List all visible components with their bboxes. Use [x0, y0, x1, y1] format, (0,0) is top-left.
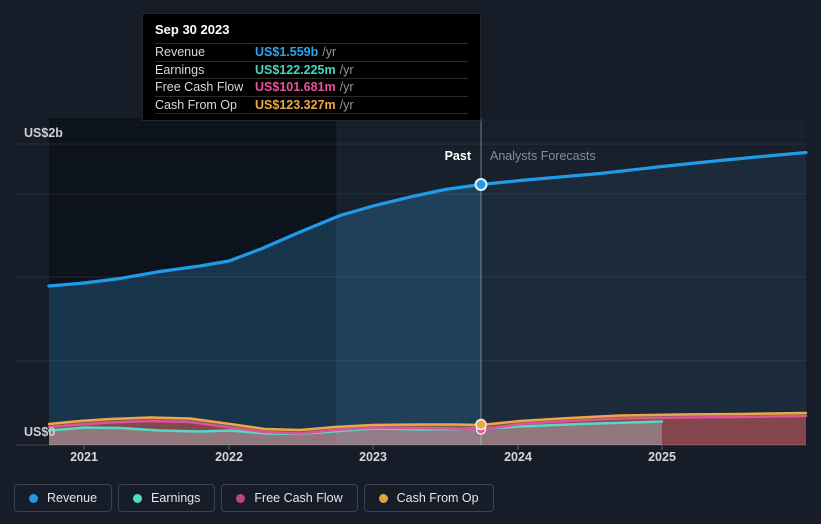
tooltip-label: Earnings: [155, 62, 205, 77]
legend-item-free-cash-flow[interactable]: Free Cash Flow: [221, 484, 358, 512]
revenue-marker[interactable]: [474, 178, 488, 191]
tooltip-label: Free Cash Flow: [155, 80, 244, 95]
tooltip-row-revenue: Revenue US$1.559b /yr: [155, 43, 468, 61]
tooltip-value: US$122.225m: [255, 62, 336, 77]
earnings-dot-icon: [133, 493, 143, 503]
tooltip-row-cash-from-op: Cash From Op US$123.327m /yr: [155, 95, 468, 114]
x-label-2025: 2025: [648, 450, 676, 464]
tooltip-unit: /yr: [322, 45, 337, 60]
past-label: Past: [445, 149, 472, 163]
tooltip-row-earnings: Earnings US$122.225m /yr: [155, 60, 468, 79]
legend-label: Cash From Op: [396, 491, 479, 505]
y-axis-top-label: US$2b: [24, 126, 63, 140]
x-label-2021: 2021: [70, 450, 98, 464]
forecast-label: Analysts Forecasts: [490, 149, 596, 163]
revenue-dot-icon: [29, 493, 38, 503]
chart-legend: Revenue Earnings Free Cash Flow Cash Fro…: [14, 484, 494, 512]
x-label-2022: 2022: [215, 450, 243, 464]
x-label-2024: 2024: [504, 450, 532, 464]
tooltip-unit: /yr: [339, 97, 354, 112]
legend-label: Revenue: [47, 491, 98, 505]
free-cash-flow-dot-icon: [236, 493, 246, 503]
tooltip-label: Cash From Op: [155, 97, 237, 112]
tooltip-value: US$123.327m: [255, 97, 336, 112]
legend-label: Free Cash Flow: [254, 491, 343, 505]
tooltip-date: Sep 30 2023: [155, 22, 230, 37]
tooltip-row-free-cash-flow: Free Cash Flow US$101.681m /yr: [155, 78, 468, 96]
x-label-2023: 2023: [359, 450, 387, 464]
tooltip-value: US$101.681m: [255, 80, 336, 95]
tooltip-label: Revenue: [155, 45, 206, 60]
legend-label: Earnings: [151, 491, 201, 505]
financials-chart: US$2b US$0 2021 2022 2023 2024 2025 Past…: [0, 0, 821, 524]
highlight-band: [337, 118, 481, 445]
tooltip-unit: /yr: [339, 62, 354, 77]
cash-from-op-marker[interactable]: [475, 418, 487, 431]
y-axis-bottom-label: US$0: [24, 425, 55, 439]
cash-from-op-dot-icon: [378, 493, 388, 503]
chart-tooltip: Sep 30 2023 Revenue US$1.559b /yr Earnin…: [142, 13, 481, 121]
legend-item-revenue[interactable]: Revenue: [14, 484, 113, 512]
legend-item-cash-from-op[interactable]: Cash From Op: [363, 484, 494, 512]
tooltip-unit: /yr: [339, 80, 354, 95]
legend-item-earnings[interactable]: Earnings: [118, 484, 216, 512]
tooltip-value: US$1.559b: [255, 45, 319, 60]
